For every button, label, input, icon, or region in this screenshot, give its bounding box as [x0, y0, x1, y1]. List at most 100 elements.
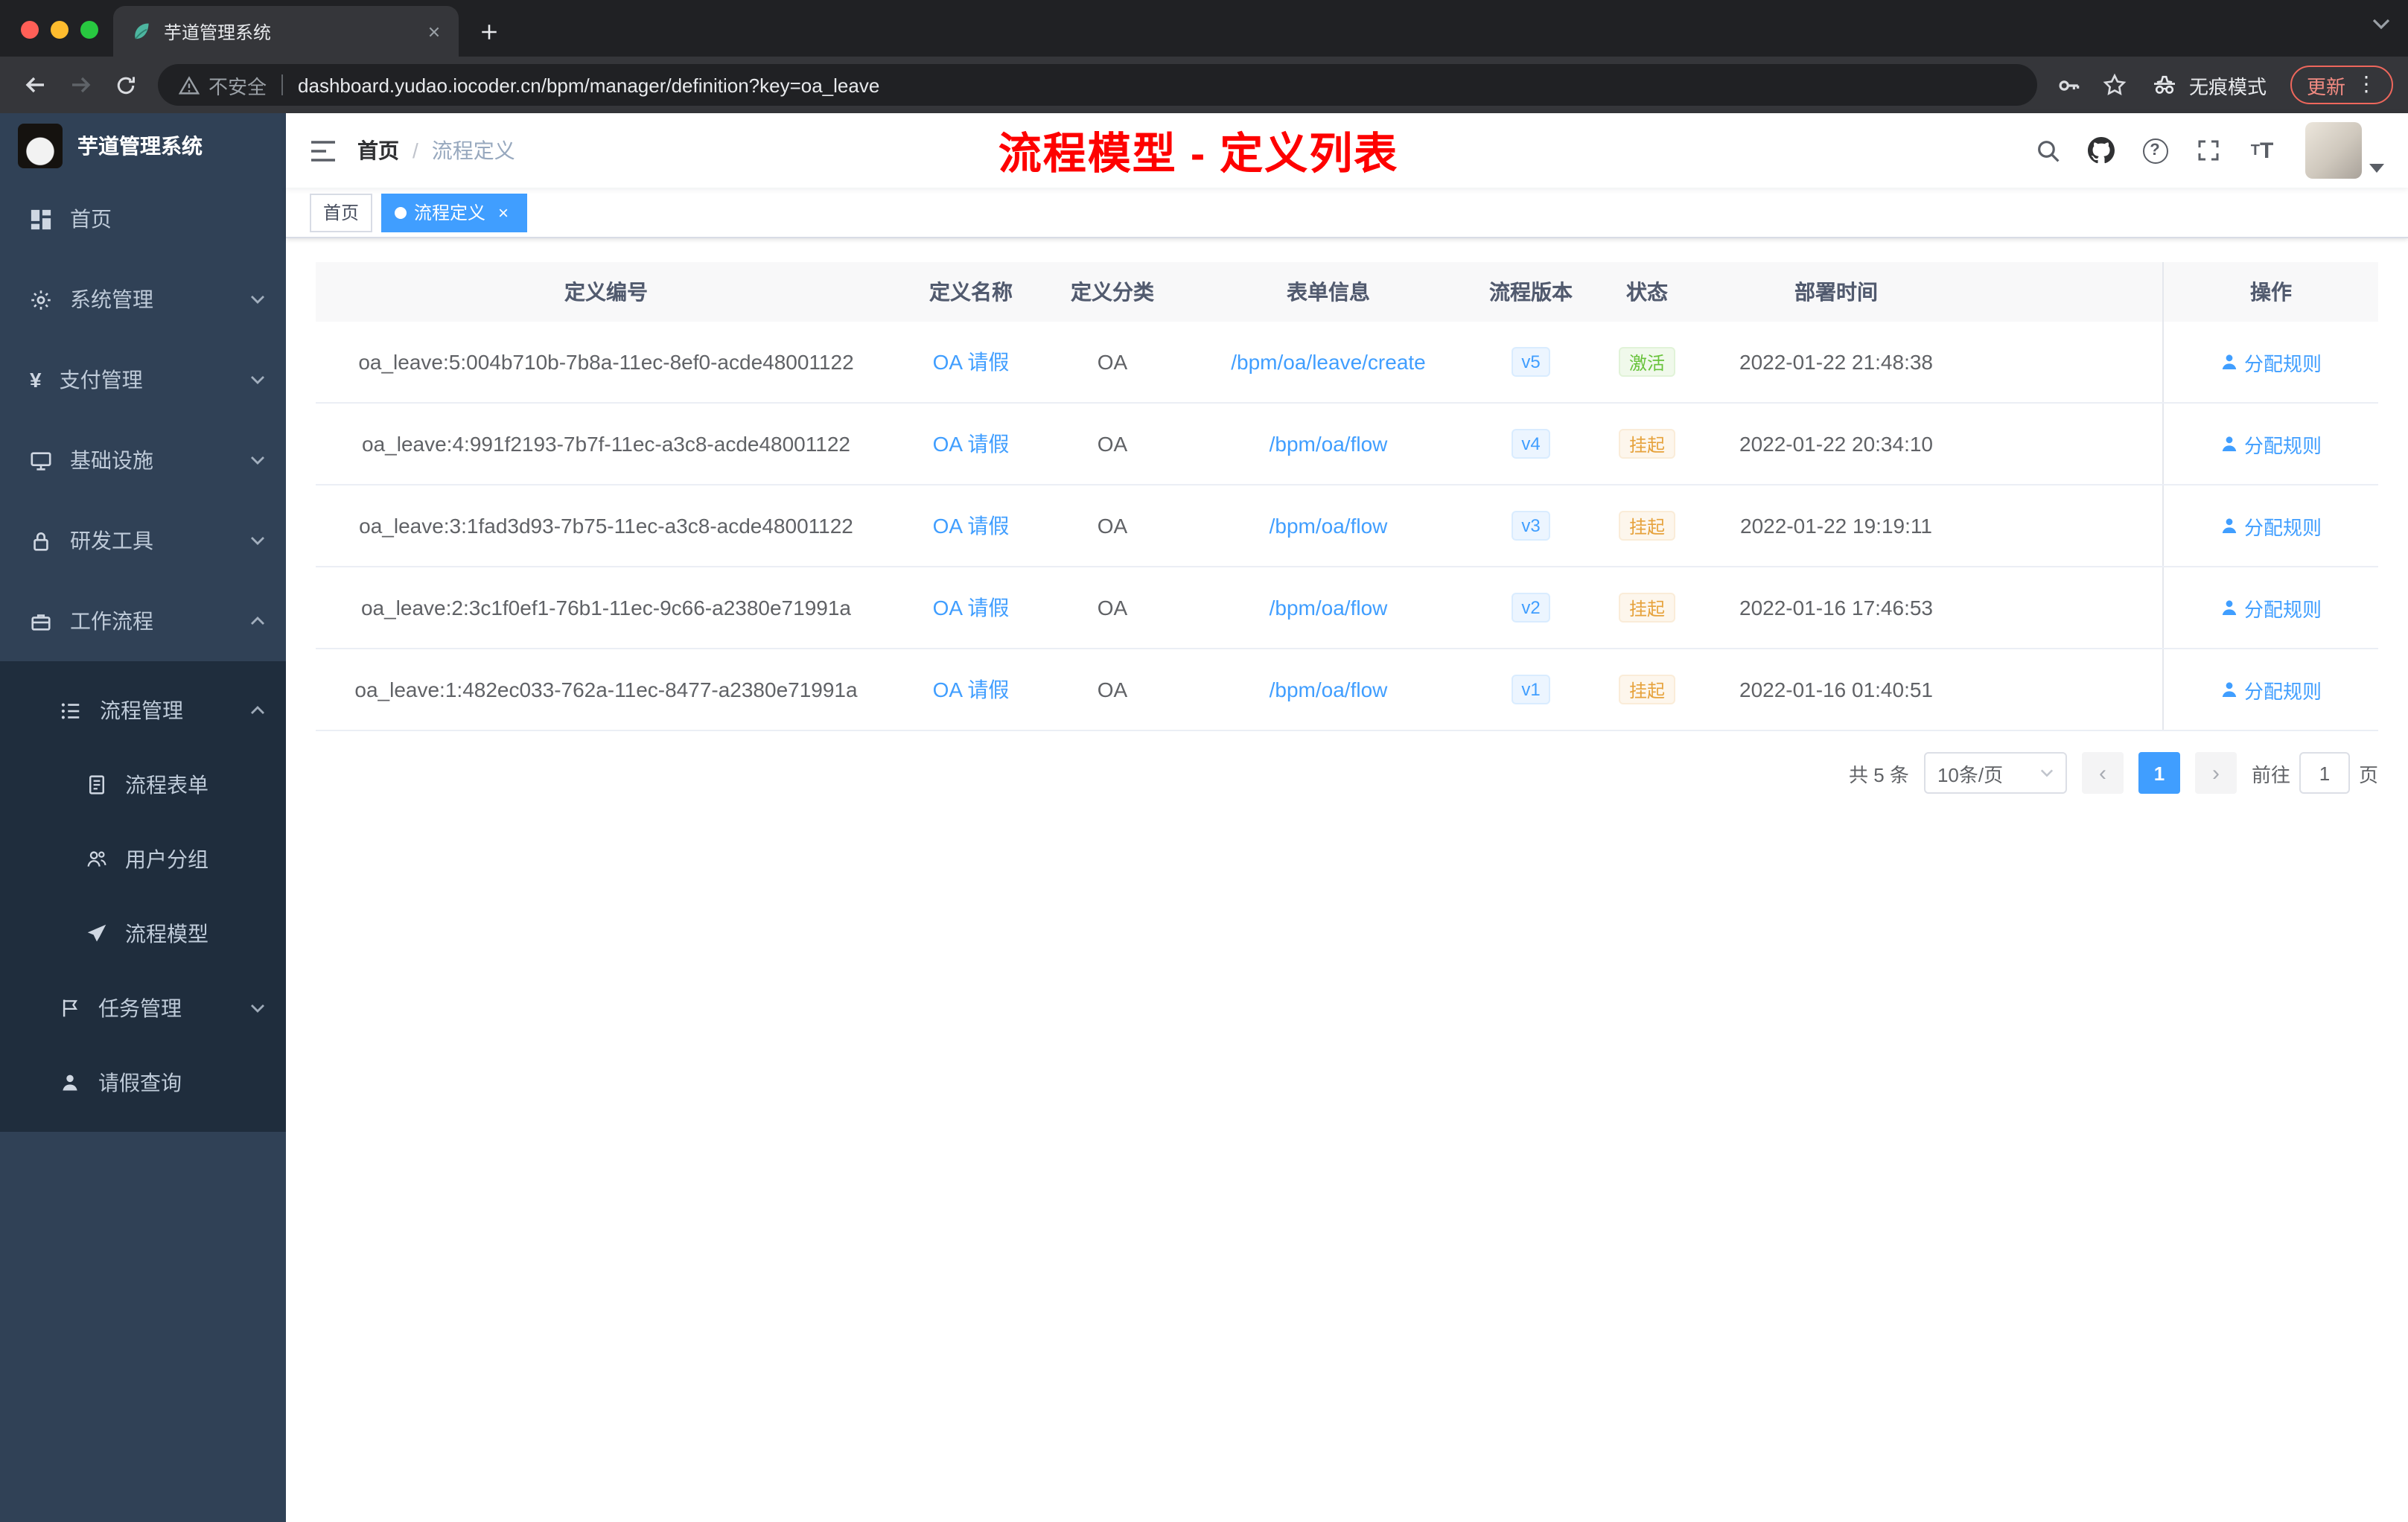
breadcrumb-home[interactable]: 首页	[357, 136, 399, 165]
fullscreen-icon[interactable]	[2189, 131, 2228, 170]
sidebar-item-process-management[interactable]: 流程管理	[0, 673, 286, 748]
sidebar-item-task-management[interactable]: 任务管理	[0, 971, 286, 1045]
assign-rule-link[interactable]: 分配规则	[2220, 512, 2322, 540]
version-badge: v1	[1511, 675, 1551, 704]
definition-name-link[interactable]: OA 请假	[933, 511, 1010, 541]
goto-label: 前往	[2251, 763, 2290, 786]
sidebar-item-system[interactable]: 系统管理	[0, 259, 286, 340]
page-size-select[interactable]: 10条/页	[1923, 752, 2067, 794]
browser-menu-update-button[interactable]: 更新 ⋮	[2290, 66, 2393, 104]
definition-name-link[interactable]: OA 请假	[933, 675, 1010, 704]
sidebar-item-devtools[interactable]: 研发工具	[0, 500, 286, 581]
browser-toolbar: 不安全 dashboard.yudao.iocoder.cn/bpm/manag…	[0, 57, 2408, 113]
bookmark-star-icon[interactable]	[2094, 64, 2135, 106]
sidebar-item-label: 基础设施	[70, 448, 153, 472]
caret-down-icon	[2369, 164, 2384, 173]
form-link[interactable]: /bpm/oa/flow	[1270, 514, 1388, 538]
url-text[interactable]: dashboard.yudao.iocoder.cn/bpm/manager/d…	[298, 74, 879, 96]
sidebar-item-user-group[interactable]: 用户分组	[0, 822, 286, 897]
sidebar-logo[interactable]: 芋道管理系统	[0, 113, 286, 179]
tag-process-definition[interactable]: 流程定义 ×	[381, 193, 528, 232]
definition-name-link[interactable]: OA 请假	[933, 347, 1010, 377]
sidebar-toggle-icon[interactable]	[310, 139, 337, 162]
sidebar-item-label: 系统管理	[70, 287, 153, 311]
tab-title: 芋道管理系统	[164, 22, 272, 42]
browser-tab[interactable]: 芋道管理系统	[113, 6, 459, 57]
reload-icon[interactable]	[104, 64, 146, 106]
tag-label: 首页	[323, 203, 360, 223]
github-icon[interactable]	[2082, 131, 2121, 170]
flag-icon	[60, 998, 80, 1019]
form-link[interactable]: /bpm/oa/leave/create	[1231, 350, 1426, 374]
definition-name-link[interactable]: OA 请假	[933, 429, 1010, 459]
table-header-row: 定义编号 定义名称 定义分类 表单信息 流程版本 状态 部署时间 操作	[316, 262, 2378, 322]
assign-rule-link[interactable]: 分配规则	[2220, 593, 2322, 622]
app-navbar: 首页 / 流程定义 流程模型 - 定义列表 ? T T	[286, 113, 2408, 188]
tab-search-icon[interactable]	[2372, 18, 2390, 30]
sidebar-item-label: 任务管理	[98, 996, 182, 1020]
tab-close-icon[interactable]	[420, 18, 447, 45]
definition-category: OA	[1097, 514, 1128, 538]
deploy-time: 2022-01-22 21:48:38	[1739, 350, 1933, 374]
assign-rule-link[interactable]: 分配规则	[2220, 675, 2322, 704]
page-number-button[interactable]: 1	[2138, 752, 2180, 794]
form-link[interactable]: /bpm/oa/flow	[1270, 678, 1388, 701]
row-filler	[1963, 649, 2162, 730]
chevron-up-icon	[250, 706, 265, 715]
avatar[interactable]	[2305, 122, 2362, 179]
tag-close-icon[interactable]: ×	[493, 202, 514, 223]
table-row: oa_leave:1:482ec033-762a-11ec-8477-a2380…	[316, 649, 2378, 731]
kebab-menu-icon[interactable]: ⋮	[2356, 74, 2377, 95]
definition-name-link[interactable]: OA 请假	[933, 593, 1010, 623]
col-header: 操作	[2162, 262, 2378, 322]
row-filler	[1963, 404, 2162, 484]
tag-home[interactable]: 首页	[310, 193, 373, 232]
assign-rule-link[interactable]: 分配规则	[2220, 348, 2322, 376]
sidebar-item-process-form[interactable]: 流程表单	[0, 748, 286, 822]
security-label[interactable]: 不安全	[208, 71, 267, 99]
search-icon[interactable]	[2028, 131, 2067, 170]
definition-id: oa_leave:3:1fad3d93-7b75-11ec-a3c8-acde4…	[359, 514, 853, 538]
address-bar[interactable]: 不安全 dashboard.yudao.iocoder.cn/bpm/manag…	[158, 64, 2037, 106]
close-window-button[interactable]	[21, 21, 39, 39]
help-icon[interactable]: ?	[2135, 131, 2174, 170]
zoom-window-button[interactable]	[80, 21, 98, 39]
sidebar-item-workflow[interactable]: 工作流程	[0, 581, 286, 661]
definition-id: oa_leave:4:991f2193-7b7f-11ec-a3c8-acde4…	[362, 432, 850, 456]
sidebar-item-payment[interactable]: ¥ 支付管理	[0, 340, 286, 420]
assign-rule-label: 分配规则	[2243, 434, 2322, 456]
user-menu[interactable]	[2305, 122, 2384, 179]
sidebar-item-infrastructure[interactable]: 基础设施	[0, 420, 286, 500]
password-key-icon[interactable]	[2049, 64, 2091, 106]
minimize-window-button[interactable]	[51, 21, 69, 39]
definition-category: OA	[1097, 432, 1128, 456]
deploy-time: 2022-01-22 19:19:11	[1740, 514, 1932, 538]
forward-icon[interactable]	[60, 64, 101, 106]
active-dot	[395, 206, 407, 218]
col-filler	[1963, 262, 2162, 322]
document-icon	[86, 774, 107, 795]
prev-page-button[interactable]: ‹	[2081, 752, 2124, 794]
sidebar-item-label: 流程模型	[125, 922, 208, 946]
tag-label: 流程定义	[414, 203, 486, 223]
sidebar-item-label: 用户分组	[125, 847, 208, 871]
chevron-down-icon	[250, 456, 265, 465]
back-icon[interactable]	[15, 64, 57, 106]
chevron-down-icon	[250, 375, 265, 384]
form-link[interactable]: /bpm/oa/flow	[1270, 596, 1388, 620]
font-size-icon[interactable]: TT	[2243, 131, 2281, 170]
next-page-button[interactable]: ›	[2194, 752, 2237, 794]
sidebar-item-leave-query[interactable]: 请假查询	[0, 1045, 286, 1120]
sidebar-item-label: 流程管理	[100, 698, 183, 722]
new-tab-button[interactable]	[468, 10, 509, 52]
monitor-icon	[30, 449, 52, 471]
form-link[interactable]: /bpm/oa/flow	[1270, 432, 1388, 456]
sidebar-item-label: 首页	[70, 207, 112, 231]
breadcrumb-separator: /	[413, 138, 418, 162]
sidebar-item-process-model[interactable]: 流程模型	[0, 897, 286, 971]
goto-page-input[interactable]	[2299, 752, 2350, 794]
assign-rule-link[interactable]: 分配规则	[2220, 430, 2322, 458]
goto-page: 前往 页	[2252, 752, 2378, 794]
sidebar-item-home[interactable]: 首页	[0, 179, 286, 259]
sidebar-item-label: 研发工具	[70, 529, 153, 553]
